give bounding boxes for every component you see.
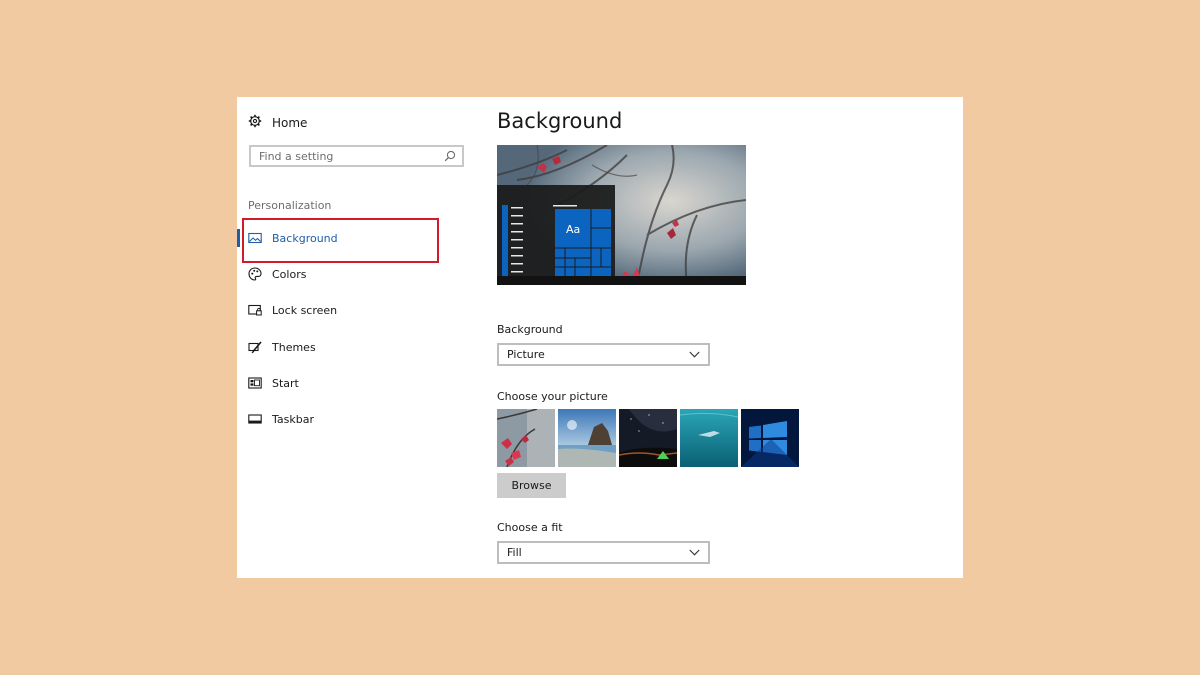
- sidebar-item-label: Start: [272, 376, 299, 390]
- choose-picture-label: Choose your picture: [497, 390, 608, 403]
- sidebar: Home Find a setting Personalization Back…: [237, 97, 477, 578]
- chevron-down-icon: [689, 348, 700, 361]
- desktop-preview: Aa: [497, 145, 746, 285]
- thumbnail-night-sky-tent[interactable]: [618, 409, 678, 467]
- start-icon: [248, 376, 262, 390]
- fit-dropdown-value: Fill: [507, 546, 522, 559]
- preview-tile-label: Aa: [566, 223, 581, 236]
- settings-window: Home Find a setting Personalization Back…: [237, 97, 963, 578]
- palette-icon: [248, 267, 262, 281]
- highlight-annotation: [242, 218, 439, 263]
- background-label: Background: [497, 323, 563, 336]
- background-dropdown-value: Picture: [507, 348, 545, 361]
- thumbnail-red-leaves[interactable]: [496, 408, 555, 468]
- sidebar-item-label: Taskbar: [272, 412, 314, 426]
- sidebar-item-label: Themes: [272, 340, 316, 354]
- page-title: Background: [497, 109, 623, 133]
- background-dropdown[interactable]: Picture: [497, 343, 710, 366]
- gear-icon: [248, 114, 262, 131]
- thumbnail-beach-rocks[interactable]: [558, 409, 616, 467]
- taskbar-icon: [248, 412, 262, 426]
- brush-icon: [248, 340, 262, 354]
- search-box[interactable]: Find a setting: [249, 145, 464, 167]
- picture-thumbnails: [496, 408, 799, 468]
- search-input[interactable]: Find a setting: [259, 150, 333, 163]
- sidebar-item-taskbar[interactable]: Taskbar: [237, 407, 437, 431]
- sidebar-item-label: Lock screen: [272, 303, 338, 317]
- choose-fit-label: Choose a fit: [497, 521, 563, 534]
- fit-dropdown[interactable]: Fill: [497, 541, 710, 564]
- lock-screen-icon: [248, 303, 262, 317]
- thumbnail-windows-blue[interactable]: [741, 409, 799, 467]
- home-label: Home: [272, 115, 308, 130]
- chevron-down-icon: [689, 546, 700, 559]
- section-heading: Personalization: [248, 199, 332, 212]
- main-content: Background Aa Background Picture Choose …: [496, 97, 957, 578]
- search-icon[interactable]: [444, 147, 456, 166]
- sidebar-item-themes[interactable]: Themes: [237, 335, 437, 359]
- thumbnail-underwater-swimmer[interactable]: [679, 409, 739, 467]
- active-indicator: [237, 229, 240, 247]
- sidebar-item-start[interactable]: Start: [237, 371, 437, 395]
- home-link[interactable]: Home: [248, 114, 307, 131]
- sidebar-item-colors[interactable]: Colors: [237, 262, 437, 286]
- browse-button[interactable]: Browse: [497, 473, 566, 498]
- sidebar-item-lock-screen[interactable]: Lock screen: [237, 298, 437, 322]
- sidebar-item-label: Colors: [272, 267, 307, 281]
